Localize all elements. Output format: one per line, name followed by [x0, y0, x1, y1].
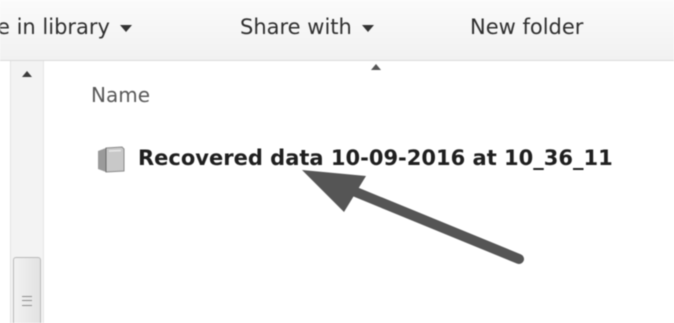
- scroll-up-icon[interactable]: [22, 71, 32, 77]
- explorer-window: e in library Share with New folder Name: [0, 0, 674, 323]
- command-bar: e in library Share with New folder: [0, 0, 674, 61]
- chevron-down-icon: [361, 25, 374, 32]
- arrow-shaft: [341, 183, 524, 264]
- grip-icon: [22, 296, 32, 306]
- column-header-name[interactable]: Name: [91, 78, 150, 112]
- share-with-menu[interactable]: Share with: [240, 10, 374, 44]
- chevron-down-icon: [119, 25, 132, 32]
- include-in-library-label: e in library: [0, 15, 110, 39]
- sort-up-icon: [371, 64, 381, 70]
- new-folder-label: New folder: [470, 15, 584, 39]
- navigation-scrollbar[interactable]: [10, 61, 44, 323]
- navigation-pane: [0, 61, 44, 323]
- new-folder-button[interactable]: New folder: [470, 10, 583, 44]
- include-in-library-menu[interactable]: e in library: [0, 10, 132, 44]
- share-with-label: Share with: [240, 15, 352, 39]
- folder-icon: [98, 146, 125, 173]
- column-header-label: Name: [91, 83, 151, 107]
- list-item[interactable]: Recovered data 10-09-2016 at 10_36_11: [94, 138, 613, 178]
- scrollbar-thumb[interactable]: [13, 257, 41, 323]
- file-name: Recovered data 10-09-2016 at 10_36_11: [138, 146, 613, 170]
